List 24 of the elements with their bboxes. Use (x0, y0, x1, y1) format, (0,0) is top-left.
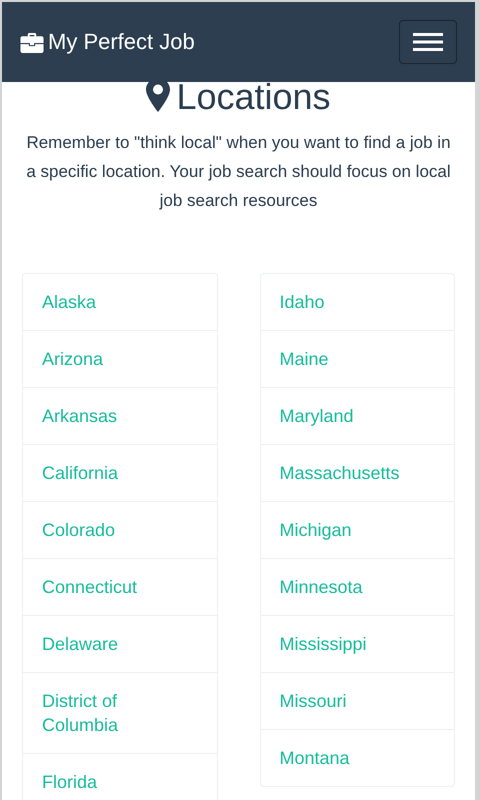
briefcase-icon (20, 32, 44, 52)
menu-icon (413, 32, 443, 52)
location-link[interactable]: Connecticut (23, 558, 216, 615)
page-heading: Locations (176, 82, 331, 112)
location-link[interactable]: Missouri (260, 672, 454, 729)
location-link[interactable]: Arizona (23, 330, 216, 387)
location-link[interactable]: Delaware (23, 615, 216, 672)
location-link[interactable]: Maine (260, 330, 454, 387)
location-link[interactable]: Idaho (260, 274, 454, 330)
location-link[interactable]: Minnesota (260, 558, 454, 615)
location-link[interactable]: District of Columbia (23, 672, 216, 753)
location-link[interactable]: Mississippi (260, 615, 454, 672)
brand-link[interactable]: My Perfect Job (20, 29, 195, 55)
location-link[interactable]: Colorado (23, 501, 216, 558)
menu-button[interactable] (399, 20, 457, 64)
location-link[interactable]: Massachusetts (260, 444, 454, 501)
location-link[interactable]: Michigan (260, 501, 454, 558)
location-link[interactable]: Montana (260, 729, 454, 786)
location-link[interactable]: California (23, 444, 216, 501)
location-link[interactable]: Alaska (23, 274, 216, 330)
intro-text: Remember to "think local" when you want to find a job in a specific location. Your job search should focus on local job search resources (25, 132, 452, 212)
location-link[interactable]: Maryland (260, 387, 454, 444)
location-link[interactable]: Arkansas (23, 387, 216, 444)
location-link[interactable]: Florida (23, 753, 216, 800)
